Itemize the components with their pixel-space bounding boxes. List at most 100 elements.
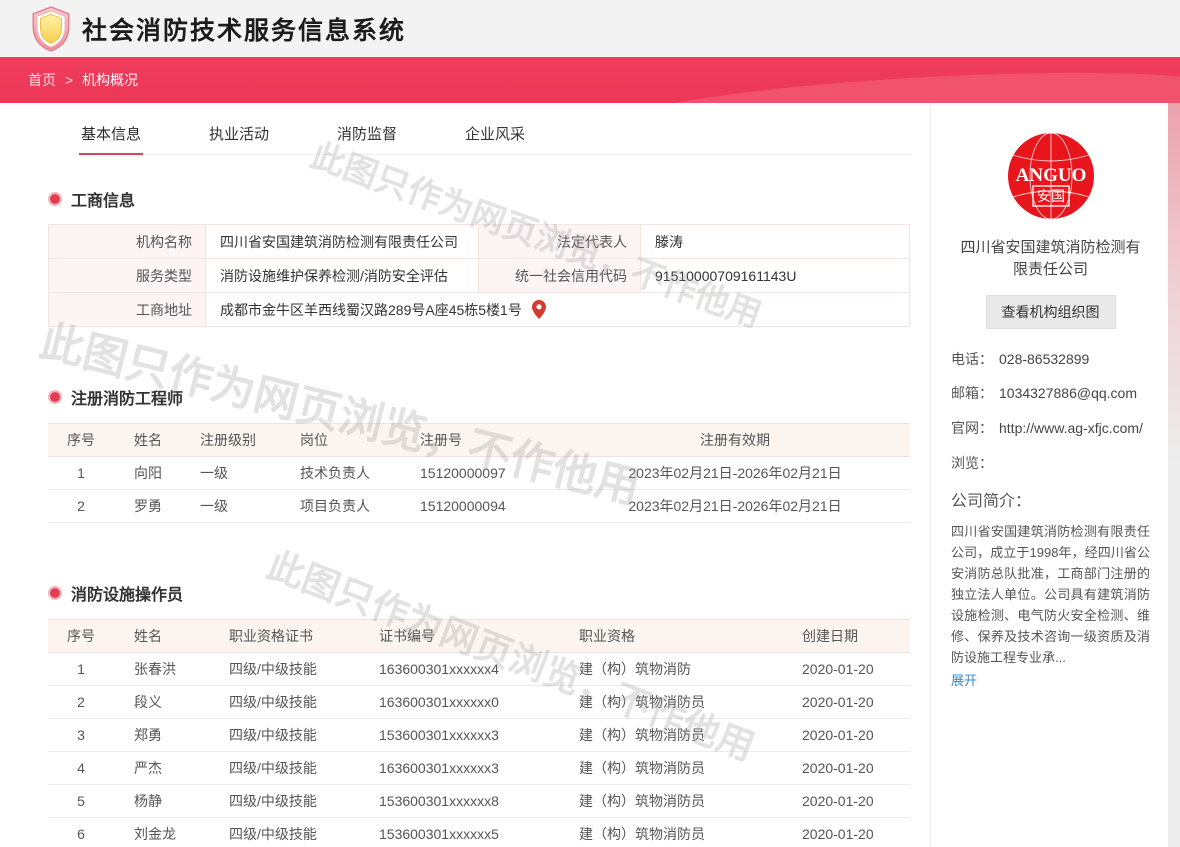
table-cell: 163600301xxxxxx0 [359,686,559,719]
table-cell: 郑勇 [114,719,209,752]
page: 社会消防技术服务信息系统 首页 > 机构概况 基本信息 执业活动 消防监督 企业… [0,0,1180,847]
table-cell: 2020-01-20 [778,818,910,847]
table-cell: 四级/中级技能 [209,785,359,818]
legal-rep-label: 法定代表人 [479,225,641,259]
org-name-value: 四川省安国建筑消防检测有限责任公司 [206,225,479,259]
main-panel: 基本信息 执业活动 消防监督 企业风采 工商信息 机构名称 四川省安国建筑消防检… [0,103,930,847]
breadcrumb-band: 首页 > 机构概况 [0,57,1180,103]
sidebar-company-name: 四川省安国建筑消防检测有限责任公司 [951,237,1150,281]
table-cell: 153600301xxxxxx5 [359,818,559,847]
table-cell: 1 [48,653,114,686]
table-row: 工商地址 成都市金牛区羊西线蜀汉路289号A座45栋5楼1号 [49,293,910,327]
table-row: 3郑勇四级/中级技能153600301xxxxxx3建（构）筑物消防员2020-… [48,719,910,752]
phone-line: 电话： 028-86532899 [951,349,1150,371]
table-cell: 153600301xxxxxx8 [359,785,559,818]
tab-practice-activity[interactable]: 执业活动 [203,115,275,154]
legal-rep-value: 滕涛 [641,225,910,259]
column-header: 姓名 [114,424,180,457]
sidebar: ANGUO 安国 四川省安国建筑消防检测有限责任公司 查看机构组织图 电话： 0… [930,103,1168,847]
table-cell: 4 [48,752,114,785]
business-info-table: 机构名称 四川省安国建筑消防检测有限责任公司 法定代表人 滕涛 服务类型 消防设… [48,224,910,327]
table-cell: 2023年02月21日-2026年02月21日 [560,490,910,523]
contact-info: 电话： 028-86532899 邮箱： 1034327886@qq.com 官… [951,349,1150,473]
org-name-label: 机构名称 [49,225,206,259]
company-intro-text: 四川省安国建筑消防检测有限责任公司，成立于1998年，经四川省公安消防总队批准，… [951,521,1150,668]
column-header: 注册级别 [180,424,280,457]
table-row: 1向阳一级技术负责人151200000972023年02月21日-2026年02… [48,457,910,490]
tab-basic-info[interactable]: 基本信息 [75,115,147,154]
section-business-info: 工商信息 [48,187,930,211]
table-row: 2段义四级/中级技能163600301xxxxxx0建（构）筑物消防员2020-… [48,686,910,719]
table-cell: 向阳 [114,457,180,490]
section-bullet-icon [48,192,62,206]
breadcrumb-home-link[interactable]: 首页 [28,72,56,88]
operators-table: 序号姓名职业资格证书证书编号职业资格创建日期 1张春洪四级/中级技能163600… [48,619,910,847]
table-cell: 张春洪 [114,653,209,686]
table-cell: 建（构）筑物消防员 [559,686,778,719]
column-header: 注册有效期 [560,424,910,457]
table-header-row: 序号姓名注册级别岗位注册号注册有效期 [48,424,910,457]
table-header-row: 序号姓名职业资格证书证书编号职业资格创建日期 [48,620,910,653]
site-title: 社会消防技术服务信息系统 [82,11,406,47]
table-cell: 杨静 [114,785,209,818]
credit-code-label: 统一社会信用代码 [479,259,641,293]
table-cell: 2023年02月21日-2026年02月21日 [560,457,910,490]
column-header: 姓名 [114,620,209,653]
table-cell: 建（构）筑物消防员 [559,719,778,752]
engineers-table-body: 1向阳一级技术负责人151200000972023年02月21日-2026年02… [48,457,910,523]
column-header: 注册号 [400,424,560,457]
table-cell: 6 [48,818,114,847]
table-row: 服务类型 消防设施维护保养检测/消防安全评估 统一社会信用代码 91510000… [49,259,910,293]
table-cell: 2020-01-20 [778,785,910,818]
table-cell: 2 [48,490,114,523]
credit-code-value: 91510000709161143U [641,259,910,293]
table-cell: 3 [48,719,114,752]
table-row: 1张春洪四级/中级技能163600301xxxxxx4建（构）筑物消防2020-… [48,653,910,686]
svg-text:安国: 安国 [1037,188,1065,204]
tab-company-showcase[interactable]: 企业风采 [459,115,531,154]
table-row: 机构名称 四川省安国建筑消防检测有限责任公司 法定代表人 滕涛 [49,225,910,259]
email-line: 邮箱： 1034327886@qq.com [951,383,1150,405]
section-bullet-icon [48,586,62,600]
breadcrumb: 首页 > 机构概况 [28,70,138,90]
tab-fire-supervision[interactable]: 消防监督 [331,115,403,154]
table-row: 5杨静四级/中级技能153600301xxxxxx8建（构）筑物消防员2020-… [48,785,910,818]
website-label: 官网： [951,418,999,440]
service-type-label: 服务类型 [49,259,206,293]
table-cell: 15120000097 [400,457,560,490]
table-cell: 建（构）筑物消防员 [559,785,778,818]
table-cell: 罗勇 [114,490,180,523]
views-value [999,453,1150,473]
operators-table-body: 1张春洪四级/中级技能163600301xxxxxx4建（构）筑物消防2020-… [48,653,910,847]
table-cell: 刘金龙 [114,818,209,847]
section-fire-engineers: 注册消防工程师 [48,385,930,409]
address-cell: 成都市金牛区羊西线蜀汉路289号A座45栋5楼1号 [206,293,910,327]
shield-logo-icon [30,6,72,52]
table-cell: 四级/中级技能 [209,653,359,686]
table-cell: 严杰 [114,752,209,785]
table-cell: 四级/中级技能 [209,686,359,719]
section-title-text: 工商信息 [71,187,135,211]
phone-label: 电话： [951,349,999,371]
table-cell: 2020-01-20 [778,653,910,686]
view-org-chart-button[interactable]: 查看机构组织图 [986,295,1116,329]
website-link[interactable]: http://www.ag-xfjc.com/ [999,418,1150,440]
views-label: 浏览： [951,453,999,473]
content-area: 基本信息 执业活动 消防监督 企业风采 工商信息 机构名称 四川省安国建筑消防检… [0,103,1168,847]
table-cell: 2020-01-20 [778,686,910,719]
table-row: 4严杰四级/中级技能163600301xxxxxx3建（构）筑物消防员2020-… [48,752,910,785]
map-pin-icon[interactable] [532,300,546,319]
table-cell: 四级/中级技能 [209,719,359,752]
table-cell: 技术负责人 [280,457,400,490]
expand-link[interactable]: 展开 [951,670,977,689]
right-edge-decoration [1168,103,1180,847]
address-value: 成都市金牛区羊西线蜀汉路289号A座45栋5楼1号 [220,300,522,320]
email-value: 1034327886@qq.com [999,383,1150,405]
table-cell: 15120000094 [400,490,560,523]
table-cell: 5 [48,785,114,818]
table-cell: 163600301xxxxxx4 [359,653,559,686]
table-cell: 四级/中级技能 [209,818,359,847]
company-intro-title: 公司简介： [951,487,1150,511]
service-type-value: 消防设施维护保养检测/消防安全评估 [206,259,479,293]
table-cell: 段义 [114,686,209,719]
